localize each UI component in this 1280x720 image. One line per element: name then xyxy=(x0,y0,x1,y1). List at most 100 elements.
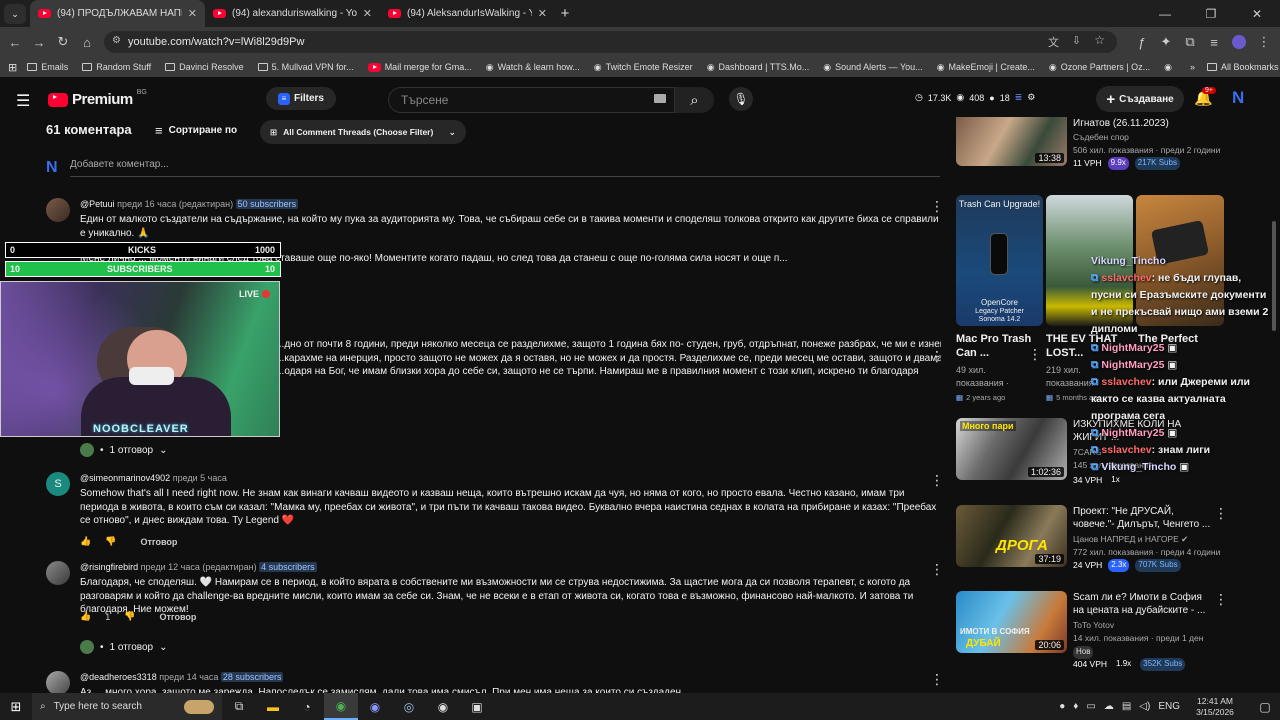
media-icon[interactable]: ≡ xyxy=(1202,35,1226,50)
keyboard-icon[interactable] xyxy=(654,94,666,103)
extensions-puzzle-icon[interactable]: ⧉ xyxy=(1178,34,1202,50)
maximize-button[interactable]: ❐ xyxy=(1188,7,1234,21)
search-button[interactable]: ⌕ xyxy=(675,87,714,113)
browser-tab-2[interactable]: (94) alexanduriswalking - YouTu...✕ xyxy=(205,0,380,27)
video-thumbnail[interactable]: ДРОГА 37:19 xyxy=(956,505,1067,567)
bookmark-item[interactable]: ◉ Watch & learn how... xyxy=(486,62,580,73)
microphone-icon[interactable]: 🎙 xyxy=(729,87,753,111)
like-icon[interactable]: 👍 xyxy=(80,611,91,622)
hamburger-menu-icon[interactable]: ☰ xyxy=(16,91,30,111)
bookmark-item[interactable]: ◉ Sound Alerts — You... xyxy=(823,62,922,73)
bookmark-item[interactable]: Davinci Resolve xyxy=(165,62,244,72)
short-title[interactable]: Mac Pro Trash Can ... xyxy=(956,332,1036,360)
channel-avatar[interactable]: N xyxy=(1232,88,1244,108)
close-icon[interactable]: ✕ xyxy=(188,7,197,20)
clock[interactable]: 12:41 AM 3/15/2026 xyxy=(1180,696,1250,718)
settings-icon[interactable]: ⚙ xyxy=(1027,92,1035,103)
bookmark-item[interactable]: ◉ Twitch Emote Resizer xyxy=(594,62,693,73)
bookmark-item[interactable]: 5. Mullvad VPN for... xyxy=(257,62,354,72)
page-scrollbar[interactable] xyxy=(1272,221,1276,331)
bookmark-item[interactable]: ◉ Dashboard | TTS.Mo... xyxy=(707,62,810,73)
reload-icon[interactable]: ↻ xyxy=(51,34,75,50)
back-icon[interactable]: ← xyxy=(3,35,27,50)
new-tab-button[interactable]: + xyxy=(555,5,575,22)
more-options-icon[interactable]: ⋮ xyxy=(1214,591,1228,608)
file-explorer-icon[interactable]: ▬ xyxy=(256,700,290,714)
site-info-icon[interactable]: ⚙ xyxy=(112,35,121,46)
search-input[interactable]: Търсене xyxy=(388,87,675,113)
browser-tab-3[interactable]: (94) AleksandurIsWalking - You...✕ xyxy=(380,0,555,27)
youtube-logo[interactable]: Premium BG xyxy=(48,89,147,108)
bookmark-star-icon[interactable]: ☆ xyxy=(1094,33,1105,47)
dislike-icon[interactable]: 👎 xyxy=(105,536,116,547)
more-options-icon[interactable]: ⋮ xyxy=(1028,346,1042,363)
bookmark-item[interactable]: Emails xyxy=(27,62,68,72)
video-thumbnail[interactable]: ИМОТИ В СОФИЯ ДУБАЙ 20:06 xyxy=(956,591,1067,653)
replies-toggle[interactable]: • 1 отговор ⌄ xyxy=(80,640,167,654)
more-options-icon[interactable]: ⋮ xyxy=(930,671,944,688)
avatar[interactable] xyxy=(46,198,70,222)
apps-grid-icon[interactable]: ⊞ xyxy=(8,61,17,74)
list-icon[interactable]: ≣ xyxy=(1015,92,1023,103)
more-options-icon[interactable]: ⋮ xyxy=(930,348,944,365)
sort-button[interactable]: ≡ Сортиране по xyxy=(155,123,237,138)
network-icon[interactable]: ▤ xyxy=(1122,701,1131,712)
address-bar[interactable]: ⚙ youtube.com/watch?v=lWi8l29d9Pw 文 ⇩ ☆ xyxy=(104,31,1117,53)
bookmark-item[interactable]: ◉ xyxy=(1164,62,1176,73)
tray-icon[interactable]: ▭ xyxy=(1086,701,1095,712)
forward-icon[interactable]: → xyxy=(27,35,51,50)
filters-button[interactable]: ≡ Filters xyxy=(266,87,336,110)
language-indicator[interactable]: ENG xyxy=(1158,701,1180,712)
video-title[interactable]: Scam ли е? Имоти в София на цената на ду… xyxy=(1073,591,1213,617)
avatar[interactable]: S xyxy=(46,472,70,496)
volume-icon[interactable]: ◁) xyxy=(1139,701,1150,712)
close-icon[interactable]: ✕ xyxy=(538,7,547,20)
tab-search-button[interactable]: ⌄ xyxy=(4,3,26,24)
more-options-icon[interactable]: ⋮ xyxy=(930,472,944,489)
task-view-icon[interactable]: ⧉ xyxy=(222,699,256,714)
replies-toggle[interactable]: • 1 отговор ⌄ xyxy=(80,443,167,457)
home-icon[interactable]: ⌂ xyxy=(75,35,99,50)
profile-avatar[interactable] xyxy=(1232,35,1246,49)
comment-author[interactable]: @Petuui xyxy=(80,199,115,209)
taskbar-search-box[interactable]: ⌕ Type here to search xyxy=(32,693,222,720)
bookmark-item[interactable]: Mail merge for Gma... xyxy=(367,62,472,72)
extension-icon[interactable]: ƒ xyxy=(1130,35,1154,50)
extension-icon-2[interactable]: ✦ xyxy=(1154,34,1178,50)
short-thumbnail[interactable]: Trash Can Upgrade! OpenCore Legacy Patch… xyxy=(956,195,1043,326)
video-title[interactable]: Игнатов (26.11.2023) xyxy=(1073,117,1213,130)
window-close-button[interactable]: ✕ xyxy=(1234,7,1280,21)
app-icon-2[interactable]: ▣ xyxy=(460,700,494,714)
comment-author[interactable]: @simeonmarinov4902 xyxy=(80,473,170,483)
all-bookmarks[interactable]: All Bookmarks xyxy=(1207,62,1279,72)
avatar[interactable] xyxy=(46,561,70,585)
minimize-button[interactable]: — xyxy=(1142,7,1188,21)
comment-author[interactable]: @deadheroes3318 xyxy=(80,672,157,682)
discord-icon[interactable]: ◉ xyxy=(358,700,392,714)
video-thumbnail[interactable]: 13:38 xyxy=(956,117,1067,166)
bookmark-item[interactable]: Random Stuff xyxy=(82,62,151,72)
create-button[interactable]: + Създаване xyxy=(1096,86,1184,112)
more-options-icon[interactable]: ⋮ xyxy=(930,561,944,578)
cloud-icon[interactable]: ☁ xyxy=(1104,701,1114,712)
comment-author[interactable]: @risingfirebird xyxy=(80,562,138,572)
bookmark-item[interactable]: ◉ Ozone Partners | Oz... xyxy=(1049,62,1150,73)
microphone-icon[interactable]: ♦ xyxy=(1073,701,1078,712)
like-icon[interactable]: 👍 xyxy=(80,536,91,547)
reply-button[interactable]: Отговор xyxy=(140,537,177,547)
install-icon[interactable]: ⇩ xyxy=(1072,34,1081,47)
close-icon[interactable]: ✕ xyxy=(363,7,372,20)
video-thumbnail[interactable]: Много пари 1:02:36 xyxy=(956,418,1067,480)
menu-dots-icon[interactable]: ⋮ xyxy=(1252,34,1276,50)
more-options-icon[interactable]: ⋮ xyxy=(1214,505,1228,522)
add-comment-input[interactable]: Добавете коментар... xyxy=(70,159,940,177)
more-bookmarks-icon[interactable]: » xyxy=(1190,62,1195,72)
chrome-icon[interactable]: ◉ xyxy=(324,693,358,720)
obs-icon[interactable]: ◉ xyxy=(426,700,460,714)
reply-button[interactable]: Отговор xyxy=(159,612,196,622)
dislike-icon[interactable]: 👎 xyxy=(124,611,135,622)
video-title[interactable]: Проект: "Не ДРУСАЙ, човече."- Дилърът, Ч… xyxy=(1073,505,1213,531)
comment-filter-dropdown[interactable]: ⊞ All Comment Threads (Choose Filter) ⌄ xyxy=(260,120,466,144)
avatar[interactable] xyxy=(46,671,70,695)
browser-tab-1[interactable]: (94) ПРОДЪЛЖАВАМ НАПРЕД...✕ xyxy=(30,0,205,27)
